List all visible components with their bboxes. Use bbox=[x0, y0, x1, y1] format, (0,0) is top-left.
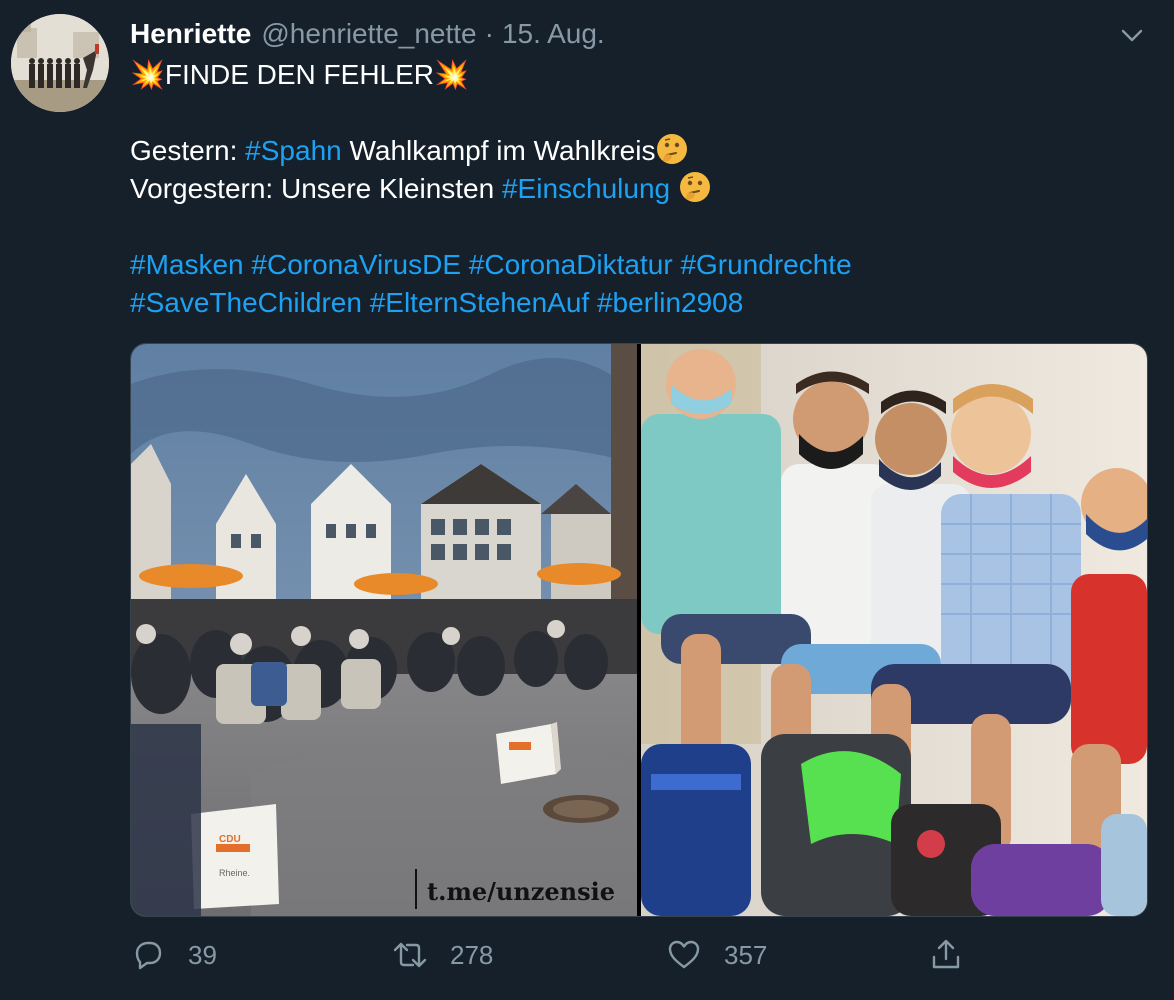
tweet-text: 💥FINDE DEN FEHLER💥 Gestern: #Spahn Wahlk… bbox=[130, 56, 1140, 322]
retweet-icon bbox=[393, 942, 427, 968]
tweet-line-gestern: Gestern: #Spahn Wahlkampf im Wahlkreis bbox=[130, 132, 1140, 170]
photo-town-square[interactable]: CDU Rheine. t.me/unzensie bbox=[131, 344, 637, 916]
tweet-card[interactable]: Henriette @henriette_nette · 15. Aug. 💥F… bbox=[0, 0, 1174, 1000]
tweet-line-vorgestern: Vorgestern: Unsere Kleinsten #Einschulun… bbox=[130, 170, 1140, 208]
watermark-text: t.me/unzensie bbox=[427, 877, 615, 906]
photo-school-children[interactable] bbox=[641, 344, 1147, 916]
text-segment: Gestern: bbox=[130, 135, 246, 166]
chevron-down-icon bbox=[1121, 29, 1143, 42]
hashtag-link[interactable]: #Spahn bbox=[245, 135, 342, 166]
like-button[interactable]: 357 bbox=[666, 930, 767, 980]
reply-icon bbox=[135, 941, 162, 970]
retweet-button[interactable]: 278 bbox=[392, 930, 493, 980]
retweet-count: 278 bbox=[450, 939, 494, 970]
text-segment: Wahlkampf im Wahlkreis bbox=[341, 135, 656, 166]
hashtag-link[interactable]: #CoronaVirusDE bbox=[251, 249, 461, 280]
tweet-header: Henriette @henriette_nette · 15. Aug. bbox=[130, 16, 605, 52]
tweet-date[interactable]: 15. Aug. bbox=[502, 18, 605, 50]
share-icon bbox=[932, 939, 960, 969]
school-children-image bbox=[641, 344, 1147, 916]
avatar-image bbox=[11, 14, 109, 112]
header-separator: · bbox=[484, 18, 494, 49]
rheine-box-label: Rheine. bbox=[219, 868, 250, 878]
avatar[interactable] bbox=[11, 14, 109, 112]
more-options-button[interactable] bbox=[1119, 22, 1145, 48]
like-count: 357 bbox=[724, 939, 768, 970]
hashtag-row-1: #Masken #CoronaVirusDE #CoronaDiktatur #… bbox=[130, 246, 1140, 284]
hashtag-link[interactable]: #ElternStehenAuf bbox=[370, 287, 590, 318]
hashtag-link[interactable]: #Grundrechte bbox=[680, 249, 851, 280]
hashtag-link[interactable]: #Masken bbox=[130, 249, 244, 280]
hashtag-row-2: #SaveTheChildren #ElternStehenAuf #berli… bbox=[130, 284, 1140, 322]
heart-icon bbox=[668, 940, 700, 969]
tweet-title: FINDE DEN FEHLER bbox=[164, 59, 435, 90]
hashtag-link[interactable]: #berlin2908 bbox=[597, 287, 743, 318]
tweet-media: CDU Rheine. t.me/unzensie bbox=[130, 343, 1148, 917]
author-display-name[interactable]: Henriette bbox=[130, 18, 251, 50]
thinking-face-emoji bbox=[678, 170, 712, 214]
text-segment: Vorgestern: Unsere Kleinsten bbox=[130, 173, 502, 204]
hashtag-link[interactable]: #CoronaDiktatur bbox=[469, 249, 673, 280]
cdu-box-label: CDU bbox=[219, 834, 241, 845]
author-handle[interactable]: @henriette_nette bbox=[261, 18, 476, 50]
collision-emoji: 💥 bbox=[130, 59, 165, 90]
hashtag-link[interactable]: #Einschulung bbox=[502, 173, 670, 204]
reply-button[interactable]: 39 bbox=[130, 930, 217, 980]
tweet-actions: 39 278 357 bbox=[130, 930, 1146, 980]
hashtag-link[interactable]: #SaveTheChildren bbox=[130, 287, 362, 318]
share-button[interactable] bbox=[928, 930, 964, 980]
town-square-image: CDU Rheine. t.me/unzensie bbox=[131, 344, 637, 916]
tweet-title-line: 💥FINDE DEN FEHLER💥 bbox=[130, 56, 1140, 94]
reply-count: 39 bbox=[188, 939, 217, 970]
collision-emoji: 💥 bbox=[434, 59, 469, 90]
